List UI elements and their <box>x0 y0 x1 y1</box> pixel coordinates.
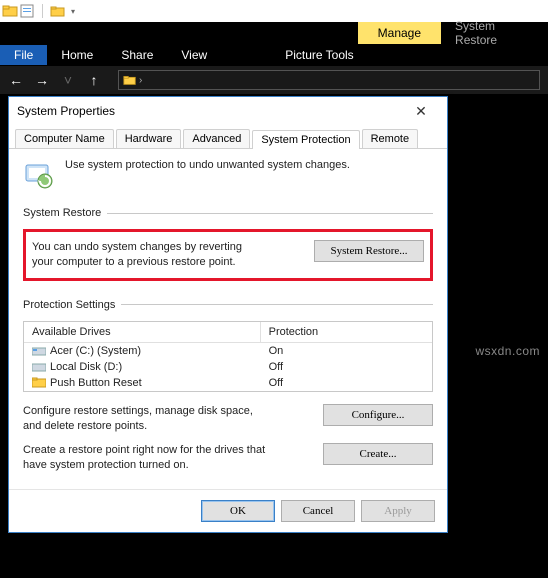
ok-button[interactable]: OK <box>201 500 275 522</box>
tab-advanced[interactable]: Advanced <box>183 129 250 148</box>
address-bar[interactable]: › <box>118 70 540 90</box>
group-protection-settings: Protection Settings <box>23 299 433 311</box>
hdd-icon <box>32 345 46 356</box>
dialog-footer: OK Cancel Apply <box>9 489 447 532</box>
ribbon-tab-picture-tools[interactable]: Picture Tools <box>271 48 367 62</box>
system-restore-desc: You can undo system changes by reverting… <box>32 240 264 270</box>
folder-icon <box>32 377 46 388</box>
dialog-body: Use system protection to undo unwanted s… <box>9 149 447 489</box>
create-button[interactable]: Create... <box>323 443 433 465</box>
address-folder-icon <box>123 73 137 87</box>
dialog-tabstrip: Computer Name Hardware Advanced System P… <box>9 125 447 149</box>
folder-app-icon <box>2 3 18 19</box>
explorer-nav-bar: ← → ˅ ↑ › <box>0 66 548 94</box>
system-properties-dialog: System Properties ✕ Computer Name Hardwa… <box>8 96 448 533</box>
drive-row[interactable]: Push Button Reset Off <box>24 375 432 391</box>
nav-recent-icon[interactable]: ˅ <box>60 72 76 88</box>
drive-name: Push Button Reset <box>50 377 142 389</box>
ribbon-context-row: Manage System Restore <box>0 22 548 44</box>
drives-list[interactable]: Available Drives Protection Acer (C:) (S… <box>23 321 433 392</box>
drive-row[interactable]: Acer (C:) (System) On <box>24 343 432 359</box>
qat-dropdown-icon[interactable]: ▾ <box>71 7 75 16</box>
apply-button[interactable]: Apply <box>361 500 435 522</box>
drive-protection: On <box>261 343 432 359</box>
configure-desc: Configure restore settings, manage disk … <box>23 404 273 434</box>
tab-system-protection[interactable]: System Protection <box>252 130 359 149</box>
ribbon-context-tab-manage[interactable]: Manage <box>358 22 441 44</box>
create-desc: Create a restore point right now for the… <box>23 443 273 473</box>
system-restore-button[interactable]: System Restore... <box>314 240 424 262</box>
cancel-button[interactable]: Cancel <box>281 500 355 522</box>
hdd-icon <box>32 361 46 372</box>
close-icon[interactable]: ✕ <box>403 103 439 120</box>
drive-row[interactable]: Local Disk (D:) Off <box>24 359 432 375</box>
dialog-titlebar[interactable]: System Properties ✕ <box>9 97 447 125</box>
ribbon-context-title: System Restore <box>443 22 548 44</box>
watermark-text: wsxdn.com <box>475 344 540 358</box>
nav-back-icon[interactable]: ← <box>8 72 24 88</box>
qat-new-folder-icon[interactable] <box>50 3 66 19</box>
ribbon-tab-file[interactable]: File <box>0 45 47 65</box>
drive-protection: Off <box>261 375 432 391</box>
nav-up-icon[interactable]: ↑ <box>86 72 102 88</box>
group-system-restore: System Restore <box>23 207 433 219</box>
drives-header-protection: Protection <box>261 322 432 342</box>
tab-computer-name[interactable]: Computer Name <box>15 129 114 148</box>
drive-protection: Off <box>261 359 432 375</box>
ribbon-main-row: File Home Share View Picture Tools <box>0 44 548 66</box>
drives-header-name: Available Drives <box>24 322 261 342</box>
system-protection-icon <box>23 159 55 191</box>
drives-header: Available Drives Protection <box>24 322 432 343</box>
ribbon-tab-home[interactable]: Home <box>47 48 107 62</box>
ribbon-tab-view[interactable]: View <box>167 48 221 62</box>
drive-name: Local Disk (D:) <box>50 361 122 373</box>
qat-properties-icon[interactable] <box>19 3 35 19</box>
configure-button[interactable]: Configure... <box>323 404 433 426</box>
ribbon-tab-share[interactable]: Share <box>107 48 167 62</box>
tab-remote[interactable]: Remote <box>362 129 419 148</box>
intro-text: Use system protection to undo unwanted s… <box>65 159 350 171</box>
dialog-title-text: System Properties <box>17 104 115 118</box>
tab-hardware[interactable]: Hardware <box>116 129 182 148</box>
system-restore-highlight: You can undo system changes by reverting… <box>23 229 433 281</box>
drive-name: Acer (C:) (System) <box>50 345 141 357</box>
nav-forward-icon[interactable]: → <box>34 72 50 88</box>
